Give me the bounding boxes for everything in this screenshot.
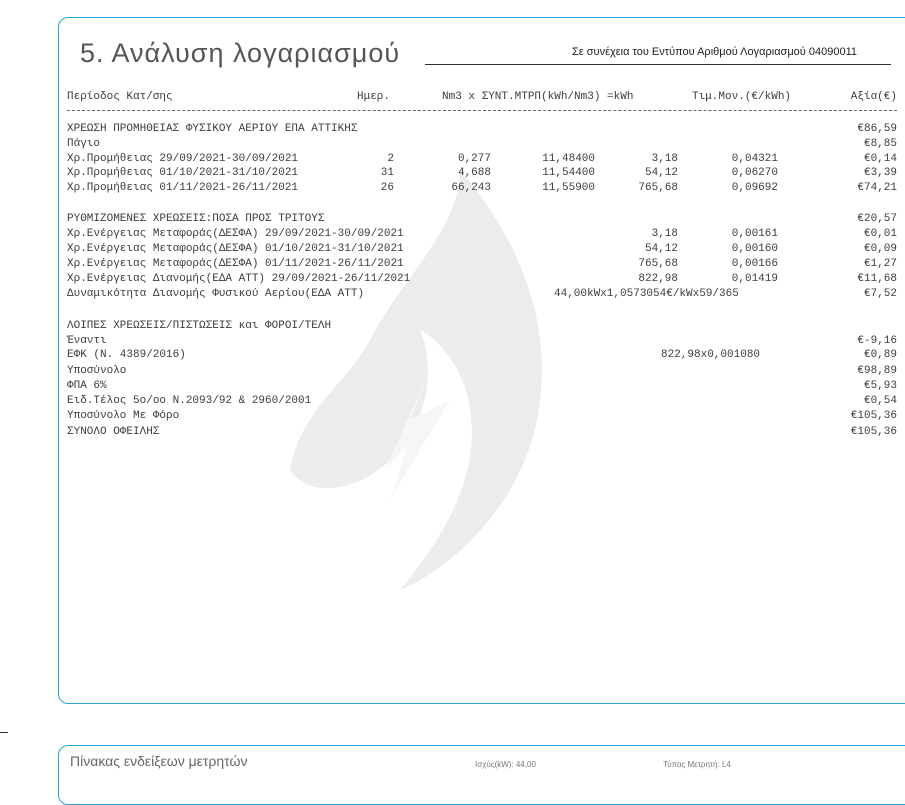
row-nm3: 4,688 <box>457 167 491 179</box>
header-unit-price: Τιμ.Μον.(€/kWh) <box>692 91 792 103</box>
section1-heading: ΧΡΕΩΣΗ ΠΡΟΜΗΘΕΙΑΣ ΦΥΣΙΚΟΥ ΑΕΡΙΟΥ ΕΠΑ ΑΤΤ… <box>67 123 358 135</box>
capacity-value: €7,52 <box>863 288 897 300</box>
power-label: Ισχύς(kW): 44,00 <box>475 760 536 769</box>
row-value: €98,89 <box>857 365 897 377</box>
header-period: Περίοδος Κατ/σης <box>67 91 173 103</box>
row-label: Χρ.Προμήθειας 01/11/2021-26/11/2021 <box>67 182 299 194</box>
section2-total: €20,57 <box>857 213 897 225</box>
row-value: €105,36 <box>850 410 897 422</box>
row-price: 0,04321 <box>731 153 778 165</box>
row-days: 31 <box>380 167 394 179</box>
row-price: 0,01419 <box>731 273 778 285</box>
row-value: €1,27 <box>863 258 897 270</box>
row-label: ΕΦΚ (Ν. 4389/2016) <box>67 349 186 361</box>
capacity-label: Δυναμικότητα Διανομής Φυσικού Αερίου(ΕΔΑ… <box>67 288 365 300</box>
header-nm3: Nm3 x ΣΥΝΤ.ΜΤΡΠ(kWh/Nm3) =kWh <box>442 91 634 103</box>
section1-total: €86,59 <box>857 123 897 135</box>
row-value: €5,93 <box>863 380 897 392</box>
row-label: Χρ.Ενέργειας Διανομής(ΕΔΑ ΑΤΤ) 29/09/202… <box>67 273 411 285</box>
row-value: €0,54 <box>863 395 897 407</box>
row-label: Χρ.Ενέργειας Μεταφοράς(ΔΕΣΦΑ) 01/10/2021… <box>67 243 404 255</box>
row-kwh: 3,18 <box>651 228 678 240</box>
meter-readings-title: Πίνακας ενδείξεων μετρητών <box>70 753 248 769</box>
row-nm3: 0,277 <box>457 153 491 165</box>
row-kwh: 54,12 <box>644 167 678 179</box>
row-nm3: 66,243 <box>451 182 491 194</box>
row-value: €0,89 <box>863 349 897 361</box>
row-value: €0,01 <box>863 228 897 240</box>
fixed-charge-value: €8,85 <box>863 138 897 150</box>
row-label: Χρ.Προμήθειας 29/09/2021-30/09/2021 <box>67 153 299 165</box>
header-days: Ημερ. <box>357 91 391 103</box>
row-value: €3,39 <box>863 167 897 179</box>
row-price: 0,06270 <box>731 167 778 179</box>
row-days: 2 <box>387 153 394 165</box>
page-title: 5. Ανάλυση λογαριασμού <box>80 38 401 68</box>
page-subtitle: Σε συνέχεια του Εντύπου Αριθμού Λογαριασ… <box>572 46 858 58</box>
row-label: Χρ.Ενέργειας Μεταφοράς(ΔΕΣΦΑ) 01/11/2021… <box>67 258 404 270</box>
row-price: 0,00161 <box>731 228 778 240</box>
title-underline <box>425 64 891 65</box>
row-label: Υποσύνολο <box>67 365 127 377</box>
row-coef: 11,54400 <box>542 167 595 179</box>
row-label: Χρ.Προμήθειας 01/10/2021-31/10/2021 <box>67 167 299 179</box>
row-label: ΣΥΝΟΛΟ ΟΦΕΙΛΗΣ <box>67 426 160 438</box>
row-value: €-9,16 <box>857 335 897 347</box>
row-label: ΦΠΑ 6% <box>67 380 107 392</box>
row-label: Χρ.Ενέργειας Μεταφοράς(ΔΕΣΦΑ) 29/09/2021… <box>67 228 404 240</box>
header-value: Αξία(€) <box>850 91 897 103</box>
capacity-calc: 44,00kWx1,0573054€/kWx59/365 <box>554 288 739 300</box>
row-value: €74,21 <box>857 182 897 194</box>
row-price: 0,00160 <box>731 243 778 255</box>
row-label: Ειδ.Τέλος 5ο/οο Ν.2093/92 & 2960/2001 <box>67 395 312 407</box>
row-value: €105,36 <box>850 426 897 438</box>
row-kwh: 54,12 <box>644 243 678 255</box>
meter-type-label: Τύπος Μετρητή: L4 <box>663 760 731 769</box>
row-coef: 11,55900 <box>542 182 595 194</box>
fixed-charge-label: Πάγιο <box>67 138 101 150</box>
row-days: 26 <box>380 182 394 194</box>
row-value: €0,09 <box>863 243 897 255</box>
section2-heading: ΡΥΘΜΙΖΟΜΕΝΕΣ ΧΡΕΩΣΕΙΣ:ΠΟΣΑ ΠΡΟΣ ΤΡΙΤΟΥΣ <box>67 213 325 225</box>
row-coef: 11,48400 <box>542 153 595 165</box>
row-label: Υποσύνολο Με Φόρο <box>67 410 180 422</box>
margin-mark <box>0 732 8 733</box>
row-kwh: 765,68 <box>638 258 678 270</box>
header-divider <box>67 110 897 111</box>
row-label: Έναντι <box>67 335 107 347</box>
row-kwh: 3,18 <box>651 153 678 165</box>
row-price: 0,00166 <box>731 258 778 270</box>
section3-heading: ΛΟΙΠΕΣ ΧΡΕΩΣΕΙΣ/ΠΙΣΤΩΣΕΙΣ και ΦΟΡΟΙ/ΤΕΛΗ <box>67 320 332 332</box>
row-value: €11,68 <box>857 273 897 285</box>
row-kwh: 765,68 <box>638 182 678 194</box>
row-value: €0,14 <box>863 153 897 165</box>
row-kwh: 822,98 <box>638 273 678 285</box>
row-calc: 822,98x0,001080 <box>661 349 761 361</box>
row-price: 0,09692 <box>731 182 778 194</box>
